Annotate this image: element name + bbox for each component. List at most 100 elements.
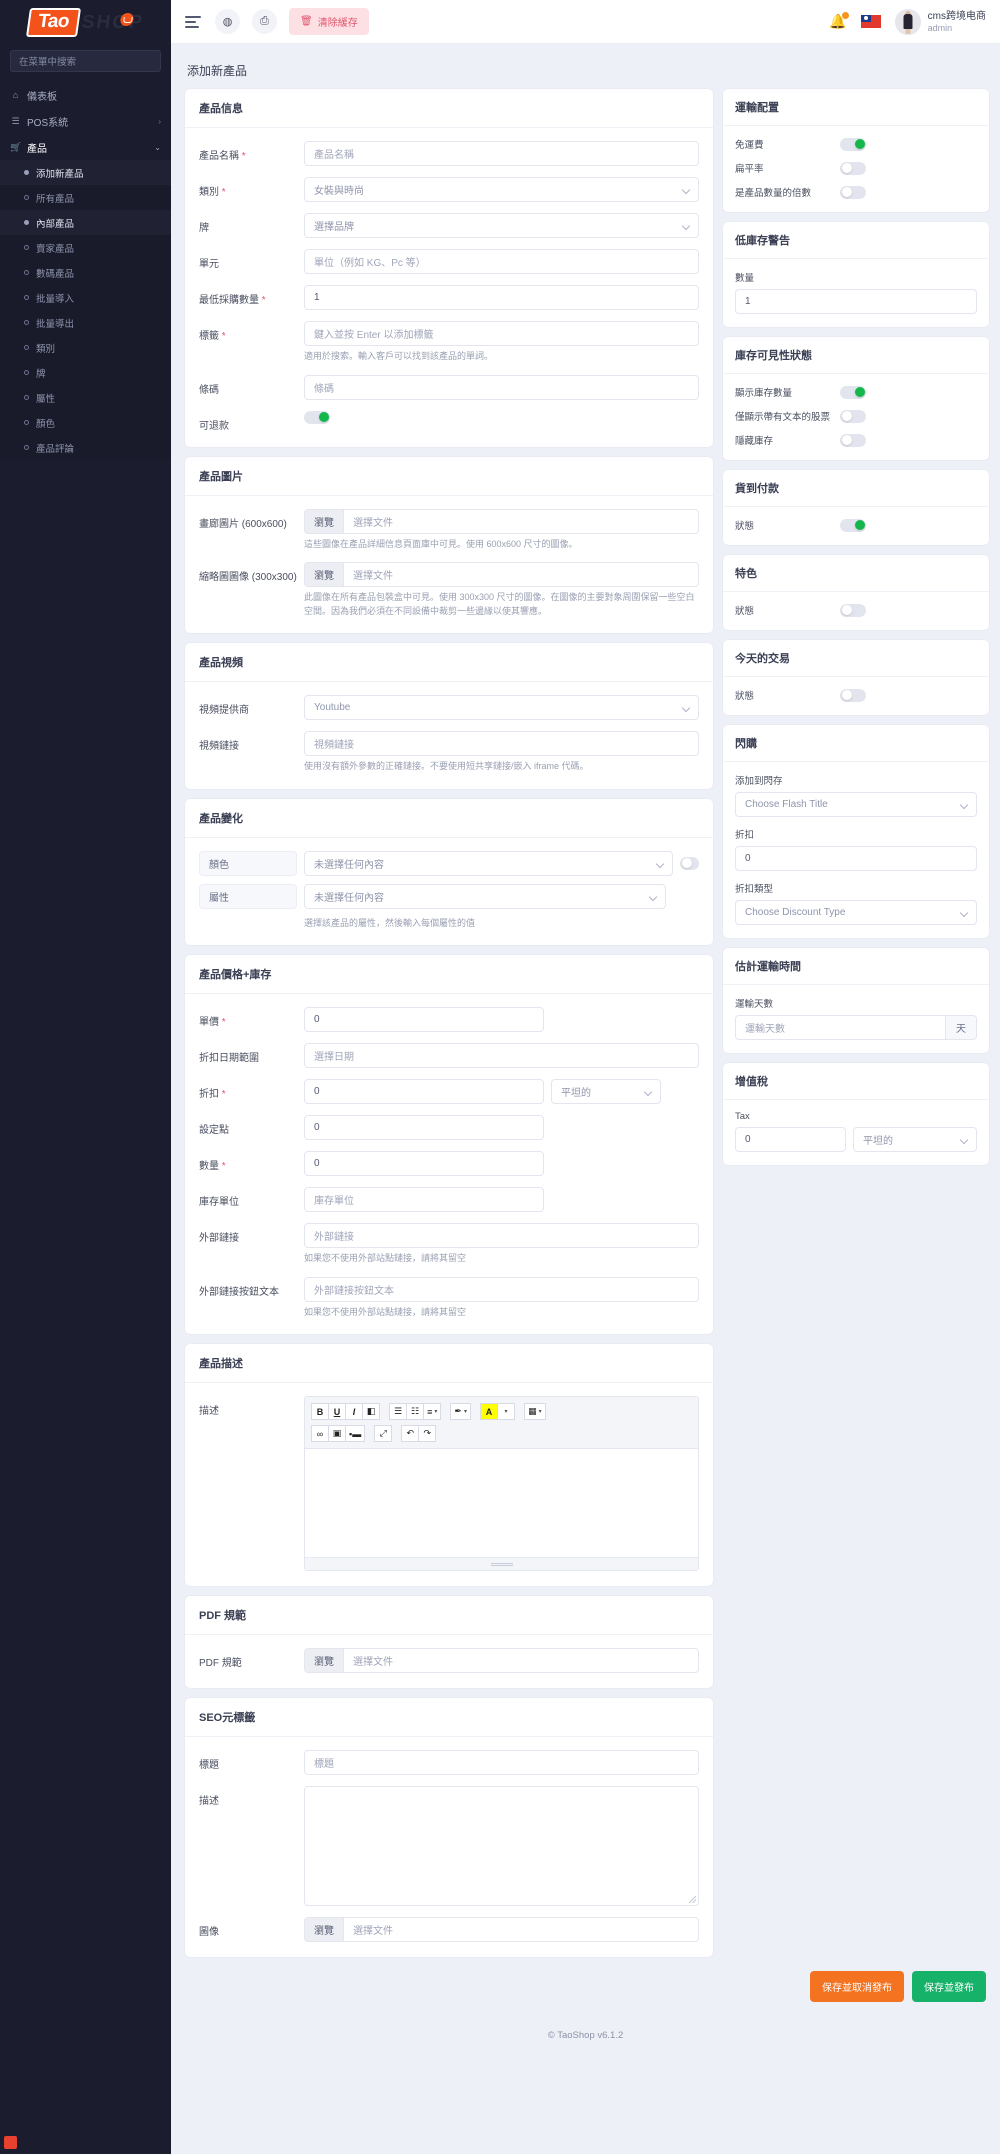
tax-type-select[interactable]: 平坦的 bbox=[853, 1127, 977, 1152]
printer-icon[interactable]: ⎙ bbox=[252, 9, 277, 34]
sidebar-item-colors[interactable]: 顏色 bbox=[0, 410, 171, 435]
variation-color-select[interactable]: 未選擇任何內容 bbox=[304, 850, 674, 876]
tax-input[interactable]: 0 bbox=[735, 1127, 846, 1152]
browse-button[interactable]: 瀏覽 bbox=[305, 1649, 344, 1672]
variation-color-toggle[interactable] bbox=[680, 856, 699, 870]
tags-input[interactable]: 鍵入並按 Enter 以添加標籤 bbox=[304, 321, 699, 346]
fullscreen-icon[interactable]: ⤢ bbox=[374, 1425, 393, 1442]
min-qty-input[interactable]: 1 bbox=[304, 285, 699, 310]
thumbnail-file-input[interactable]: 瀏覽 選擇文件 bbox=[304, 562, 699, 587]
save-publish-button[interactable]: 保存並發布 bbox=[912, 1971, 986, 2002]
quantity-input[interactable]: 0 bbox=[304, 1151, 544, 1176]
unit-input[interactable]: 單位（例如 KG、Pc 等） bbox=[304, 249, 699, 274]
unordered-list-icon[interactable]: ☰ bbox=[389, 1403, 408, 1420]
variation-attribute-select[interactable]: 未選擇任何內容 bbox=[304, 883, 666, 909]
sidebar-item-pos[interactable]: ☰ POS系統 › bbox=[0, 108, 171, 134]
brand-select[interactable]: 選擇品牌 bbox=[304, 213, 699, 238]
flash-discount-type-select[interactable]: Choose Discount Type bbox=[735, 900, 977, 925]
text-only-stock-toggle[interactable] bbox=[840, 409, 866, 423]
discount-type-select[interactable]: 平坦的 bbox=[551, 1079, 661, 1104]
sidebar-item-seller-products[interactable]: 賣家產品 bbox=[0, 235, 171, 260]
align-icon[interactable]: ≡ ▾ bbox=[423, 1403, 442, 1420]
redo-icon[interactable]: ↷ bbox=[418, 1425, 437, 1442]
seo-title-input[interactable]: 標題 bbox=[304, 1750, 699, 1775]
sidebar-item-attributes[interactable]: 屬性 bbox=[0, 385, 171, 410]
sidebar-item-bulk-export[interactable]: 批量導出 bbox=[0, 310, 171, 335]
underline-icon[interactable]: U bbox=[328, 1403, 346, 1420]
chevron-down-icon: ▾ bbox=[434, 1409, 438, 1415]
video-provider-select[interactable]: Youtube bbox=[304, 695, 699, 720]
link-icon[interactable]: ∞ bbox=[311, 1425, 329, 1442]
bold-icon[interactable]: B bbox=[311, 1403, 329, 1420]
user-menu[interactable]: cms跨境电商 admin bbox=[894, 8, 986, 35]
sidebar-item-bulk-import[interactable]: 批量導入 bbox=[0, 285, 171, 310]
browse-button[interactable]: 瀏覽 bbox=[305, 1918, 344, 1941]
eraser-icon[interactable]: ◧ bbox=[362, 1403, 380, 1420]
multiply-qty-toggle[interactable] bbox=[840, 185, 866, 199]
cod-status-toggle[interactable] bbox=[840, 518, 866, 532]
flat-rate-toggle[interactable] bbox=[840, 161, 866, 175]
card-todays-deal: 今天的交易 狀態 bbox=[723, 640, 989, 715]
flash-discount-input[interactable]: 0 bbox=[735, 846, 977, 871]
menu-toggle-icon[interactable] bbox=[185, 13, 203, 31]
shipping-days-input[interactable]: 運輸天數 bbox=[736, 1016, 945, 1039]
bullet-icon bbox=[24, 270, 29, 275]
product-name-input[interactable]: 產品名稱 bbox=[304, 141, 699, 166]
editor-content-area[interactable] bbox=[305, 1449, 698, 1557]
globe-icon[interactable]: ◍ bbox=[215, 9, 240, 34]
font-color-dropdown-icon[interactable]: ▾ bbox=[497, 1403, 516, 1420]
external-link-input[interactable]: 外部鏈接 bbox=[304, 1223, 699, 1248]
sidebar-item-digital-products[interactable]: 數碼產品 bbox=[0, 260, 171, 285]
field-label: 運輸天數 bbox=[735, 999, 774, 1010]
discount-date-range-input[interactable]: 選擇日期 bbox=[304, 1043, 699, 1068]
free-shipping-toggle[interactable] bbox=[840, 137, 866, 151]
image-icon[interactable]: ▣ bbox=[328, 1425, 346, 1442]
sidebar-item-inhouse-products[interactable]: 內部產品 bbox=[0, 210, 171, 235]
gallery-file-input[interactable]: 瀏覽 選擇文件 bbox=[304, 508, 699, 534]
todays-deal-status-toggle[interactable] bbox=[840, 688, 866, 702]
language-flag-icon[interactable] bbox=[860, 15, 881, 28]
sidebar-item-products[interactable]: 🛒 產品 ⌄ bbox=[0, 134, 171, 160]
sidebar-item-categories[interactable]: 類別 bbox=[0, 335, 171, 360]
sidebar-item-product-reviews[interactable]: 產品評論 bbox=[0, 435, 171, 460]
seo-description-textarea[interactable] bbox=[304, 1786, 699, 1906]
logo[interactable]: Tao SHOP bbox=[0, 0, 171, 44]
video-link-input[interactable]: 視頻鏈接 bbox=[304, 731, 699, 756]
table-icon[interactable]: ▦ ▾ bbox=[524, 1403, 546, 1420]
sidebar-item-brands[interactable]: 牌 bbox=[0, 360, 171, 385]
save-unpublish-button[interactable]: 保存並取消發布 bbox=[810, 1971, 904, 2002]
editor-resize-handle[interactable] bbox=[305, 1557, 698, 1570]
category-select[interactable]: 女裝與時尚 bbox=[304, 177, 699, 202]
show-stock-qty-toggle[interactable] bbox=[840, 385, 866, 399]
font-color-icon[interactable]: A bbox=[480, 1403, 499, 1420]
rich-text-editor[interactable]: B U I ◧ ☰ ☷ ≡ ▾ ✒ ▾ A ▾ ▦ ▾ ∞ ▣ ▪▬ ⤢ ↶ ↷ bbox=[304, 1396, 699, 1571]
clear-cache-button[interactable]: 🗑 清除緩存 bbox=[289, 8, 369, 35]
sidebar-search-input[interactable]: 在菜單中搜索 bbox=[10, 50, 161, 72]
refundable-toggle[interactable] bbox=[304, 410, 330, 424]
flash-title-select[interactable]: Choose Flash Title bbox=[735, 792, 977, 817]
video-icon[interactable]: ▪▬ bbox=[345, 1425, 366, 1442]
field-discount-date-range: 折扣日期範圍 選擇日期 bbox=[199, 1043, 699, 1068]
external-button-text-input[interactable]: 外部鏈接按鈕文本 bbox=[304, 1276, 699, 1302]
low-stock-qty-input[interactable]: 1 bbox=[735, 289, 977, 314]
ordered-list-icon[interactable]: ☷ bbox=[406, 1403, 425, 1420]
browse-button[interactable]: 瀏覽 bbox=[305, 563, 344, 586]
notification-bell-icon[interactable]: 🔔 bbox=[829, 12, 849, 30]
sku-input[interactable]: 庫存單位 bbox=[304, 1187, 544, 1212]
featured-status-toggle[interactable] bbox=[840, 603, 866, 617]
italic-icon[interactable]: I bbox=[345, 1403, 363, 1420]
pdf-file-input[interactable]: 瀏覽 選擇文件 bbox=[304, 1648, 699, 1673]
sidebar-item-add-new-product[interactable]: 添加新產品 bbox=[0, 160, 171, 185]
magic-style-icon[interactable]: ✒ ▾ bbox=[450, 1403, 471, 1420]
browse-button[interactable]: 瀏覽 bbox=[305, 509, 344, 533]
hide-stock-toggle[interactable] bbox=[840, 433, 866, 447]
unit-price-input[interactable]: 0 bbox=[304, 1007, 544, 1032]
sidebar-submenu-products: 添加新產品 所有產品 內部產品 賣家產品 數碼產品 批量導入 批量導出 類別 牌… bbox=[0, 160, 171, 460]
setpoint-input[interactable]: 0 bbox=[304, 1115, 544, 1140]
undo-icon[interactable]: ↶ bbox=[401, 1425, 420, 1442]
barcode-input[interactable]: 條碼 bbox=[304, 374, 699, 400]
sidebar-item-dashboard[interactable]: ⌂ 儀表板 bbox=[0, 82, 171, 108]
sidebar-item-all-products[interactable]: 所有產品 bbox=[0, 185, 171, 210]
discount-input[interactable]: 0 bbox=[304, 1079, 544, 1104]
seo-image-file-input[interactable]: 瀏覽 選擇文件 bbox=[304, 1917, 699, 1942]
